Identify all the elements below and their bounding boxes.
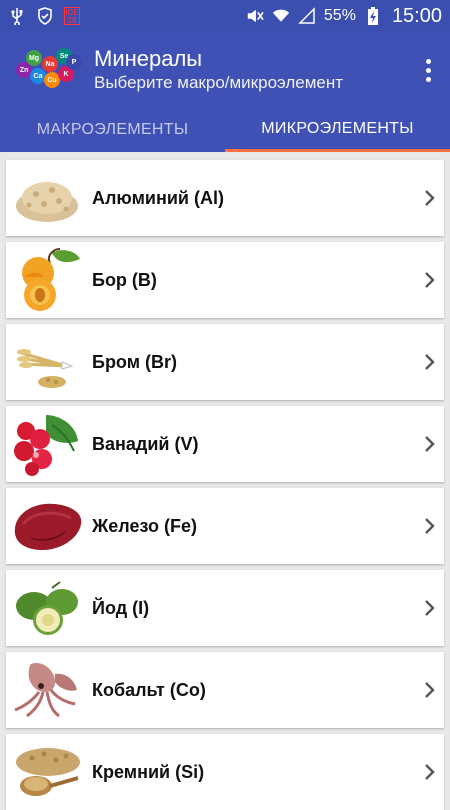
wheat-icon bbox=[10, 327, 84, 397]
app-bar: Zn Mg Ca Na Cu Se K P Минералы Выберите … bbox=[0, 32, 450, 108]
item-label: Кремний (Si) bbox=[92, 761, 205, 782]
app-logo: Zn Mg Ca Na Cu Se K P bbox=[16, 48, 82, 92]
apricot-icon bbox=[10, 245, 84, 315]
chevron-right-icon bbox=[416, 681, 444, 699]
battery-percent: 55% bbox=[323, 7, 356, 24]
feijoa-icon bbox=[10, 573, 84, 643]
item-label: Бром (Br) bbox=[92, 351, 177, 372]
list-item[interactable]: Йод (I) bbox=[6, 570, 444, 646]
logo-atom: P bbox=[66, 54, 82, 70]
chevron-right-icon bbox=[416, 353, 444, 371]
battery-charging-icon bbox=[364, 7, 382, 25]
logo-atom: Mg bbox=[26, 50, 42, 66]
list-item[interactable]: Бор (B) bbox=[6, 242, 444, 318]
item-label: Кобальт (Co) bbox=[92, 679, 206, 700]
chevron-right-icon bbox=[416, 599, 444, 617]
item-label: Ванадий (V) bbox=[92, 433, 199, 454]
chevron-right-icon bbox=[416, 271, 444, 289]
radish-icon bbox=[10, 409, 84, 479]
squid-icon bbox=[10, 655, 84, 725]
chevron-right-icon bbox=[416, 435, 444, 453]
item-label: Бор (B) bbox=[92, 269, 157, 290]
item-label: Алюминий (Al) bbox=[92, 187, 224, 208]
list-item[interactable]: Ванадий (V) bbox=[6, 406, 444, 482]
chevron-right-icon bbox=[416, 517, 444, 535]
oat-flakes-icon bbox=[10, 163, 84, 233]
liver-icon bbox=[10, 491, 84, 561]
element-list: Алюминий (Al) Бор (B) Бром (Br) Ванадий … bbox=[0, 152, 450, 810]
mute-icon bbox=[246, 7, 264, 25]
status-bar: ICE 28 55% 15:00 bbox=[0, 0, 450, 32]
calendar-day: 28 bbox=[67, 16, 77, 25]
item-label: Железо (Fe) bbox=[92, 515, 197, 536]
wifi-icon bbox=[272, 7, 290, 25]
list-item[interactable]: Алюминий (Al) bbox=[6, 160, 444, 236]
tab-bar: МАКРОЭЛЕМЕНТЫ МИКРОЭЛЕМЕНТЫ bbox=[0, 108, 450, 152]
signal-icon bbox=[298, 7, 316, 25]
usb-icon bbox=[8, 7, 26, 25]
chevron-right-icon bbox=[416, 763, 444, 781]
tab-macroelements[interactable]: МАКРОЭЛЕМЕНТЫ bbox=[0, 108, 225, 152]
item-label: Йод (I) bbox=[92, 597, 150, 618]
calendar-icon: ICE 28 bbox=[64, 7, 80, 25]
list-item[interactable]: Кремний (Si) bbox=[6, 734, 444, 810]
grain-icon bbox=[10, 737, 84, 807]
more-options-icon[interactable] bbox=[416, 50, 440, 90]
app-title: Минералы bbox=[94, 46, 203, 71]
chevron-right-icon bbox=[416, 189, 444, 207]
tab-microelements[interactable]: МИКРОЭЛЕМЕНТЫ bbox=[225, 108, 450, 152]
list-item[interactable]: Железо (Fe) bbox=[6, 488, 444, 564]
app-subtitle: Выберите макро/микроэлемент bbox=[94, 73, 344, 92]
clock: 15:00 bbox=[391, 4, 442, 27]
list-item[interactable]: Бром (Br) bbox=[6, 324, 444, 400]
list-item[interactable]: Кобальт (Co) bbox=[6, 652, 444, 728]
shield-icon bbox=[36, 7, 54, 25]
